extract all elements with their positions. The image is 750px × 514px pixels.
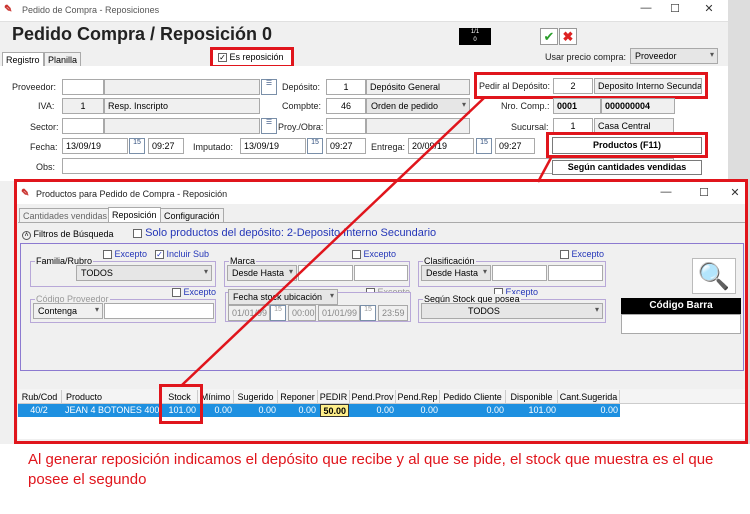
arrow-productos-to-dialog: [536, 155, 554, 183]
annotation-arrows: [181, 97, 554, 386]
annotation-text: Al generar reposición indicamos el depós…: [28, 451, 714, 488]
arrow-deposito-to-stock: [181, 97, 485, 386]
main-window: ✎ Pedido de Compra - Reposiciones — ☐ ✕ …: [0, 0, 750, 514]
